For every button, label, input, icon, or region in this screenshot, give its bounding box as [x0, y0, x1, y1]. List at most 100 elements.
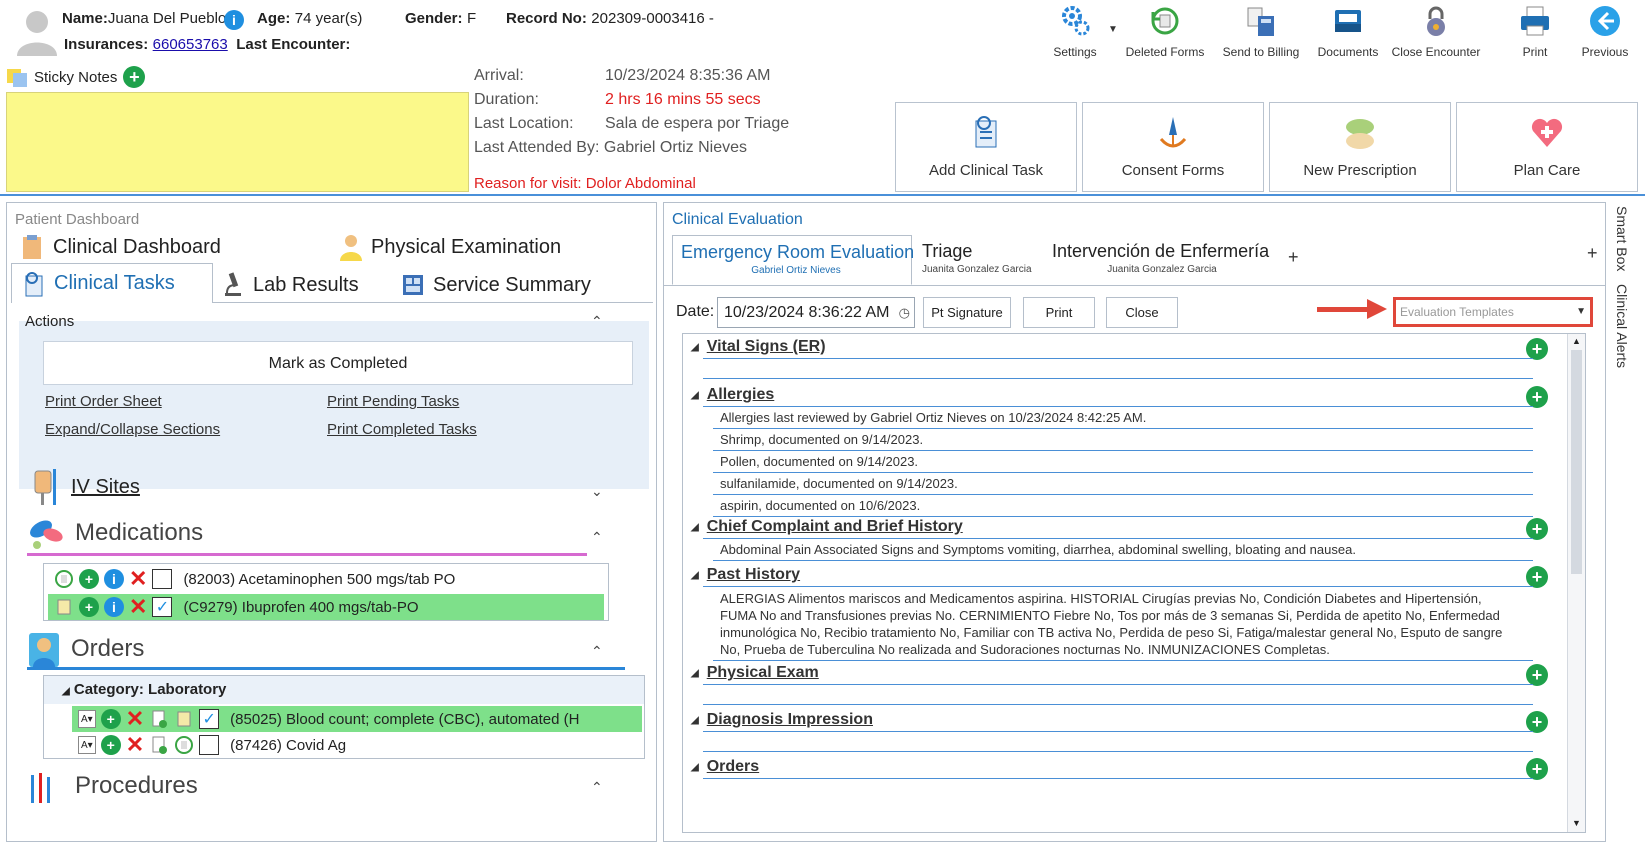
refill-icon[interactable]	[174, 735, 194, 755]
add-physical-exam-button[interactable]: +	[1526, 664, 1548, 686]
orders-grid: ◢ Category: Laboratory A▾ + ✕ ✓ (85025) …	[43, 675, 645, 759]
expand-iv-sites-icon[interactable]: ⌄	[591, 483, 603, 500]
print-pending-tasks-link[interactable]: Print Pending Tasks	[327, 393, 459, 410]
text-dropdown-icon[interactable]: A▾	[78, 736, 96, 754]
tab-clinical-dashboard[interactable]: Clinical Dashboard	[19, 233, 221, 261]
add-order-button[interactable]: +	[1526, 758, 1548, 780]
send-to-billing-button[interactable]: Send to Billing	[1216, 4, 1306, 60]
clock-icon[interactable]: ◷	[899, 298, 910, 327]
med-row[interactable]: + i ✕ (82003) Acetaminophen 500 mgs/tab …	[48, 566, 604, 592]
orders-eval-header[interactable]: ◢ Orders	[691, 758, 759, 776]
collapse-orders-icon[interactable]: ⌃	[591, 643, 603, 660]
med-row-selected[interactable]: + i ✕ ✓ (C9279) Ibuprofen 400 mgs/tab-PO	[48, 594, 604, 620]
medications-section[interactable]: Medications	[27, 515, 203, 551]
refill-icon[interactable]	[54, 569, 74, 589]
tab-intervencion-enfermeria[interactable]: Intervención de Enfermería Juanita Gonza…	[1052, 235, 1272, 285]
info-icon[interactable]: i	[104, 569, 124, 589]
tab-triage[interactable]: Triage Juanita Gonzalez Garcia	[922, 235, 1032, 285]
orders-section[interactable]: Orders	[27, 629, 144, 669]
collapse-actions-icon[interactable]: ⌃	[591, 313, 603, 330]
add-chief-complaint-button[interactable]: +	[1526, 518, 1548, 540]
date-field[interactable]: 10/23/2024 8:36:22 AM ◷	[717, 297, 915, 328]
previous-button[interactable]: Previous	[1568, 4, 1642, 60]
delete-icon[interactable]: ✕	[126, 734, 144, 756]
tab-clinical-tasks[interactable]: Clinical Tasks	[11, 263, 213, 303]
chief-complaint-header[interactable]: ◢ Chief Complaint and Brief History	[691, 518, 963, 536]
sticky-notes-area[interactable]	[6, 92, 469, 192]
insurance-link[interactable]: 660653763	[153, 36, 228, 53]
diagnosis-header[interactable]: ◢ Diagnosis Impression	[691, 711, 873, 729]
scrollbar-thumb[interactable]	[1571, 350, 1582, 574]
collapse-triangle-icon: ◢	[691, 714, 699, 726]
delete-icon[interactable]: ✕	[129, 568, 147, 590]
documents-button[interactable]: Documents	[1303, 4, 1393, 60]
physical-exam-header[interactable]: ◢ Physical Exam	[691, 664, 819, 682]
past-history-header[interactable]: ◢ Past History	[691, 566, 800, 584]
tab-service-summary[interactable]: Service Summary	[399, 271, 591, 299]
med-checkbox-checked[interactable]: ✓	[152, 597, 173, 617]
consent-forms-button[interactable]: Consent Forms	[1082, 102, 1264, 192]
add-past-history-button[interactable]: +	[1526, 566, 1548, 588]
print-order-sheet-link[interactable]: Print Order Sheet	[45, 393, 162, 410]
allergies-header[interactable]: ◢ Allergies	[691, 386, 774, 404]
deleted-forms-button[interactable]: Deleted Forms	[1120, 4, 1210, 60]
add-icon[interactable]: +	[79, 597, 99, 617]
add-vital-signs-button[interactable]: +	[1526, 338, 1548, 360]
smart-box-tab[interactable]: Smart Box	[1614, 206, 1630, 271]
scroll-up-icon[interactable]: ▲	[1572, 336, 1581, 346]
scroll-down-icon[interactable]: ▼	[1572, 818, 1581, 828]
add-diagnosis-button[interactable]: +	[1526, 711, 1548, 733]
add-icon[interactable]: +	[79, 569, 99, 589]
delete-icon[interactable]: ✕	[126, 708, 144, 730]
add-form-icon[interactable]: +	[1587, 243, 1598, 264]
tab-lab-results[interactable]: Lab Results	[219, 271, 359, 299]
close-evaluation-button[interactable]: Close	[1106, 297, 1178, 328]
item-divider	[713, 450, 1533, 451]
add-icon[interactable]: +	[100, 709, 121, 729]
order-row-selected[interactable]: A▾ + ✕ ✓ (85025) Blood count; complete (…	[72, 706, 642, 732]
vertical-scrollbar[interactable]: ▲ ▼	[1567, 334, 1585, 832]
new-prescription-button[interactable]: New Prescription	[1269, 102, 1451, 192]
tab-intervencion-sub: Juanita Gonzalez Garcia	[1107, 264, 1217, 275]
date-value: 10/23/2024 8:36:22 AM	[724, 304, 890, 321]
add-icon[interactable]: +	[100, 735, 121, 755]
close-encounter-button[interactable]: Close Encounter	[1391, 4, 1481, 60]
order-row[interactable]: A▾ + ✕ (87426) Covid Ag	[72, 732, 642, 758]
settings-button[interactable]: Settings	[1030, 4, 1120, 60]
med-checkbox[interactable]	[152, 569, 173, 589]
mark-as-completed-button[interactable]: Mark as Completed	[43, 341, 633, 385]
procedures-section[interactable]: Procedures	[27, 769, 198, 803]
plan-care-button[interactable]: Plan Care	[1456, 102, 1638, 192]
evaluation-templates-dropdown[interactable]: Evaluation Templates ▼	[1393, 297, 1593, 327]
settings-dropdown-icon[interactable]: ▼	[1108, 24, 1118, 35]
add-tab-icon[interactable]: +	[1288, 247, 1299, 268]
text-dropdown-icon[interactable]: A▾	[78, 710, 96, 728]
vital-signs-header[interactable]: ◢ Vital Signs (ER)	[691, 338, 826, 356]
info-icon[interactable]: i	[104, 597, 124, 617]
add-document-icon[interactable]	[149, 735, 169, 755]
category-header[interactable]: ◢ Category: Laboratory	[44, 676, 644, 704]
print-button[interactable]: Print	[1490, 4, 1580, 60]
allergy-item: Shrimp, documented on 9/14/2023.	[720, 432, 924, 447]
add-allergy-button[interactable]: +	[1526, 386, 1548, 408]
iv-sites-section[interactable]: IV Sites	[27, 467, 140, 507]
order-checkbox-checked[interactable]: ✓	[199, 709, 220, 729]
info-icon[interactable]: i	[224, 10, 244, 30]
delete-icon[interactable]: ✕	[129, 596, 147, 618]
clinical-alerts-tab[interactable]: Clinical Alerts	[1614, 284, 1630, 368]
add-sticky-note-icon[interactable]: +	[123, 66, 146, 88]
collapse-medications-icon[interactable]: ⌃	[591, 529, 603, 546]
order-checkbox[interactable]	[199, 735, 220, 755]
tab-physical-examination[interactable]: Physical Examination	[337, 233, 561, 261]
collapse-procedures-icon[interactable]: ⌃	[591, 779, 603, 796]
note-icon[interactable]	[174, 709, 194, 729]
document-icon[interactable]	[54, 597, 74, 617]
add-clinical-task-button[interactable]: Add Clinical Task	[895, 102, 1077, 192]
pt-signature-button[interactable]: Pt Signature	[923, 297, 1011, 328]
print-completed-tasks-link[interactable]: Print Completed Tasks	[327, 421, 477, 438]
add-document-icon[interactable]	[149, 709, 169, 729]
section-underline	[703, 538, 1533, 539]
tab-emergency-room-evaluation[interactable]: Emergency Room Evaluation Gabriel Ortiz …	[672, 235, 914, 285]
print-evaluation-button[interactable]: Print	[1023, 297, 1095, 328]
expand-collapse-link[interactable]: Expand/Collapse Sections	[45, 421, 220, 438]
